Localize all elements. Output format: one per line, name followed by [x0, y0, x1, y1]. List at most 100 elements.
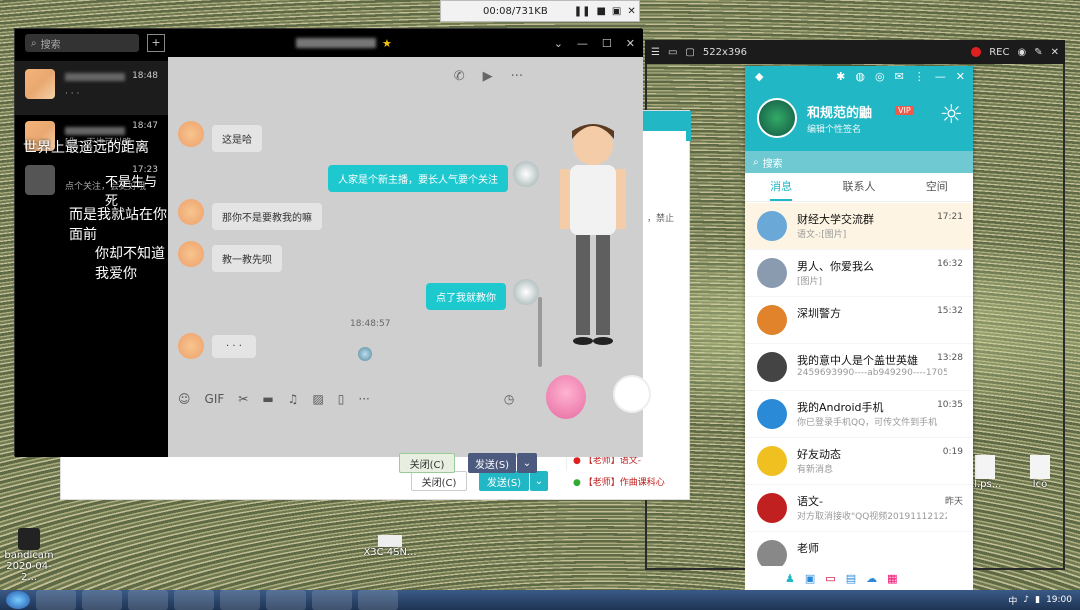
screenshot-icon[interactable]: ▣: [612, 6, 621, 17]
desktop-icon-bandicam[interactable]: bandicam 2020-04-2...: [4, 528, 54, 583]
close-icon[interactable]: ✕: [626, 37, 635, 50]
lyric-line: 而是我就站在你面前: [69, 207, 167, 243]
send-dropdown[interactable]: ⌄: [517, 453, 537, 473]
ime-icon[interactable]: 中: [1008, 594, 1017, 607]
conversation-item[interactable]: 财经大学交流群 语文-:[图片] 17:21: [745, 203, 973, 250]
tab-space[interactable]: 空间: [926, 178, 948, 201]
contact-item[interactable]: 18:48 · · ·: [15, 61, 168, 115]
medal-icon[interactable]: ◎: [875, 70, 885, 83]
pen-icon[interactable]: ✎: [1034, 47, 1042, 58]
minimize-icon[interactable]: —: [935, 70, 946, 83]
conversation-item[interactable]: 深圳警方 15:32: [745, 297, 973, 344]
conversation-item[interactable]: 我的Android手机 你已登录手机QQ，可传文件到手机 10:35: [745, 391, 973, 438]
stop-icon[interactable]: ■: [596, 6, 605, 17]
taskbar-app[interactable]: [174, 590, 214, 610]
taskbar-app[interactable]: [266, 590, 306, 610]
video-icon[interactable]: ▶: [483, 69, 493, 84]
bandicam-toolbar: ☰ ▭ ▢ 522x396 REC ◉ ✎ ✕: [645, 40, 1065, 64]
conversation-item[interactable]: 我的意中人是个盖世英雄 2459693990----ab949290----170…: [745, 344, 973, 391]
image-icon[interactable]: ▨: [312, 392, 323, 406]
more-icon[interactable]: ⋮: [914, 70, 925, 83]
pause-icon[interactable]: ❚❚: [574, 6, 591, 17]
conversation-item[interactable]: 好友动态 有新消息 0:19: [745, 438, 973, 485]
back-side-item[interactable]: ● 【老师】作曲课科心: [573, 475, 665, 488]
menu-icon[interactable]: ☰: [651, 47, 660, 58]
rec-button[interactable]: REC: [989, 47, 1009, 58]
back-side-item-label: 【老师】作曲课科心: [583, 478, 665, 488]
avatar: [178, 241, 204, 267]
cube-icon[interactable]: ▣: [805, 572, 815, 585]
minimize-icon[interactable]: —: [577, 37, 588, 50]
back-send-dropdown[interactable]: ⌄: [530, 471, 548, 491]
rec-dot-icon: [971, 47, 982, 57]
close-icon[interactable]: ✕: [956, 70, 965, 83]
conversation-avatar: [757, 211, 787, 241]
weather-sun-icon[interactable]: ☼: [940, 100, 963, 130]
conversation-preview: [图片]: [797, 277, 823, 287]
desktop-icon-file[interactable]: X3C 4SN...: [360, 535, 420, 558]
conversation-item[interactable]: 老师: [745, 532, 973, 566]
history-icon[interactable]: ◷: [504, 392, 514, 406]
gear-icon[interactable]: ✱: [836, 70, 845, 83]
apps-icon[interactable]: ▦: [887, 572, 897, 585]
screen-icon[interactable]: ▭: [825, 572, 835, 585]
start-button[interactable]: [6, 591, 30, 609]
conversation-time: 昨天: [944, 497, 963, 507]
emoji-icon[interactable]: ☺: [178, 392, 191, 406]
tab-messages[interactable]: 消息: [770, 178, 793, 201]
avatar: [178, 199, 204, 225]
tab-contacts[interactable]: 联系人: [842, 178, 875, 201]
loading-icon: [358, 347, 372, 361]
conversation-name: 老师: [797, 542, 819, 555]
fullscreen-icon[interactable]: ▢: [685, 47, 694, 58]
close-icon[interactable]: ✕: [627, 6, 635, 17]
network-icon[interactable]: ▮: [1035, 595, 1040, 605]
music-icon[interactable]: ♫: [288, 392, 299, 406]
send-button[interactable]: 发送(S): [468, 453, 516, 473]
conversation-preview: 对方取消接收"QQ视频20191112122: [797, 512, 947, 522]
profile-avatar[interactable]: [613, 375, 651, 413]
conversation-item[interactable]: 男人、你爱我么 [图片] 16:32: [745, 250, 973, 297]
conversation-avatar: [757, 352, 787, 382]
monitor-icon[interactable]: ▤: [846, 572, 856, 585]
back-send-button[interactable]: 发送(S): [479, 471, 529, 491]
taskbar-app[interactable]: [312, 590, 352, 610]
person-icon[interactable]: ♟: [785, 572, 795, 585]
taskbar-app[interactable]: [220, 590, 260, 610]
more-icon[interactable]: ···: [358, 392, 369, 406]
conversation-name: 好友动态: [797, 448, 841, 461]
phone-icon[interactable]: ✆: [454, 69, 465, 84]
clock[interactable]: 19:00: [1046, 595, 1072, 605]
user-nickname[interactable]: 和规范的鼬: [807, 102, 872, 121]
scissors-icon[interactable]: ✂: [238, 392, 248, 406]
taskbar-app[interactable]: [36, 590, 76, 610]
camera-icon[interactable]: ◉: [1017, 47, 1026, 58]
conversation-item[interactable]: 语文- 对方取消接收"QQ视频20191112122 昨天: [745, 485, 973, 532]
taskbar-app[interactable]: [82, 590, 122, 610]
more-icon[interactable]: ···: [511, 69, 523, 84]
user-avatar[interactable]: [757, 98, 797, 138]
vip-badge[interactable]: VIP: [895, 106, 914, 115]
conversation-name: 我的Android手机: [797, 401, 884, 414]
close-icon[interactable]: ✕: [1051, 47, 1059, 58]
chevron-down-icon[interactable]: ⌄: [554, 37, 563, 50]
mail-icon[interactable]: ✉: [895, 70, 904, 83]
add-button[interactable]: +: [147, 34, 165, 52]
gif-icon[interactable]: GIF: [205, 392, 225, 406]
scrollbar[interactable]: [538, 297, 542, 367]
close-button[interactable]: 关闭(C): [399, 453, 455, 473]
folder-icon[interactable]: ▬: [262, 392, 273, 406]
phone-device-icon[interactable]: ▯: [338, 392, 345, 406]
window-icon[interactable]: ▭: [668, 47, 677, 58]
star-icon[interactable]: ★: [382, 37, 392, 50]
contact-search[interactable]: ⌕ 搜索: [25, 34, 139, 52]
taskbar-app[interactable]: [358, 590, 398, 610]
cloud-icon[interactable]: ☁: [866, 572, 877, 585]
taskbar-app[interactable]: [128, 590, 168, 610]
volume-icon[interactable]: ♪: [1023, 595, 1029, 605]
back-close-button[interactable]: 关闭(C): [411, 471, 467, 491]
shirt-icon[interactable]: ◍: [855, 70, 865, 83]
maximize-icon[interactable]: ☐: [602, 37, 612, 50]
user-signature[interactable]: 编辑个性签名: [807, 122, 861, 135]
qq-search[interactable]: ⌕ 搜索: [745, 151, 973, 173]
